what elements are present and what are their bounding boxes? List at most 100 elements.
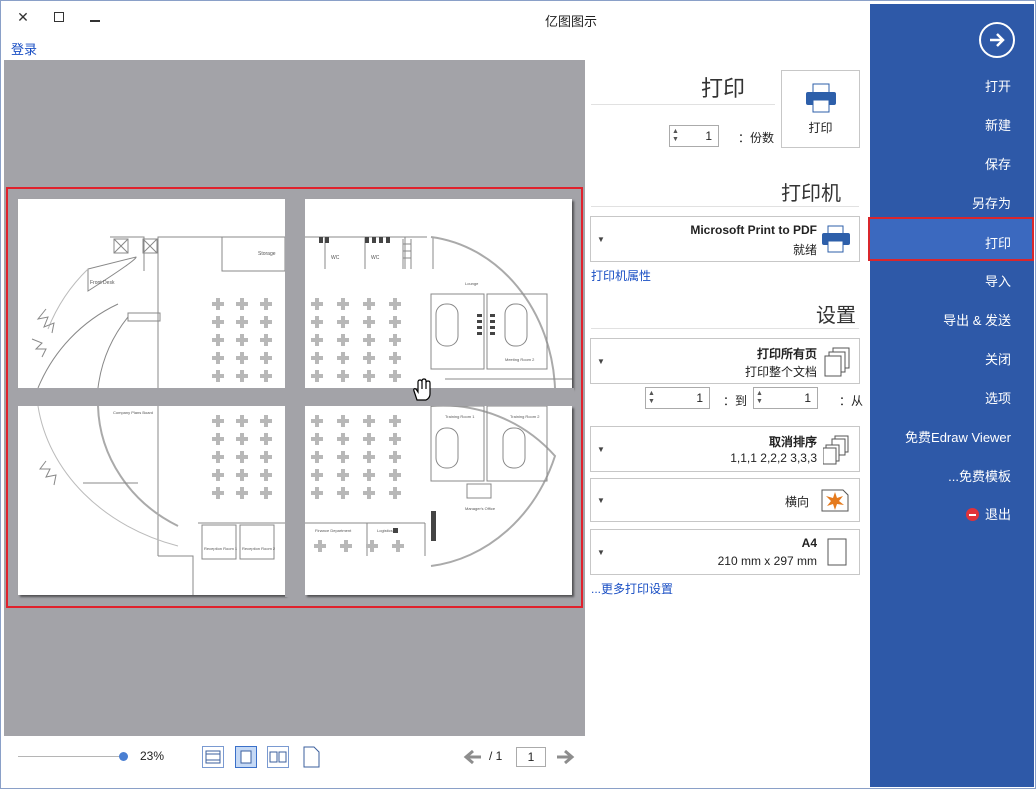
desk-cluster: [212, 298, 224, 310]
sidebar-item-label: 选项: [984, 391, 1011, 406]
pages-icon: [823, 347, 851, 377]
desk-cluster: [260, 370, 272, 382]
sidebar-item-templates[interactable]: 免费模板...: [948, 466, 1011, 485]
desk-cluster: [311, 334, 323, 346]
desk-cluster: [311, 433, 323, 445]
desk-cluster: [366, 540, 378, 552]
sidebar-item-options[interactable]: 选项: [985, 388, 1011, 407]
wc2-label: WC: [371, 255, 380, 261]
landscape-icon: [821, 487, 849, 513]
desk-cluster: [363, 316, 375, 328]
desk-cluster: [363, 415, 375, 427]
zoom-slider-knob[interactable]: [119, 752, 128, 761]
sidebar-item-label: 导入: [984, 274, 1011, 289]
desk-cluster: [337, 415, 349, 427]
chevron-down-icon: ▼: [597, 235, 605, 244]
desk-cluster: [212, 352, 224, 364]
divider: [591, 328, 859, 329]
desk-cluster: [340, 540, 352, 552]
desk-cluster: [260, 451, 272, 463]
desk-cluster: [389, 415, 401, 427]
desk-cluster: [236, 469, 248, 481]
login-link[interactable]: 登录: [11, 39, 37, 58]
desk-cluster: [212, 415, 224, 427]
desk-cluster: [389, 433, 401, 445]
sidebar-item-save[interactable]: 保存: [985, 154, 1011, 173]
paper-size-subtitle: 210 mm x 297 mm: [717, 554, 817, 568]
sidebar-item-label: 关闭: [984, 352, 1011, 367]
desk-cluster: [311, 415, 323, 427]
sidebar-item-edraw-viewer[interactable]: 免费Edraw Viewer: [905, 427, 1011, 446]
sidebar-item-import[interactable]: 导入: [985, 271, 1011, 290]
desk-cluster: [212, 334, 224, 346]
page-total: / 1: [489, 749, 503, 763]
paper-icon: [827, 538, 847, 566]
desk-cluster: [389, 316, 401, 328]
page-icon[interactable]: [301, 746, 321, 768]
preview-page-4: Training Room 1 Training Room 2 Manager'…: [305, 406, 572, 595]
desk-cluster: [260, 487, 272, 499]
desk-cluster: [337, 433, 349, 445]
page-number-input[interactable]: 1: [516, 747, 546, 767]
printer-properties-link[interactable]: 打印机属性: [591, 267, 651, 284]
desk-cluster: [212, 487, 224, 499]
desk-cluster: [260, 298, 272, 310]
zoom-slider-track[interactable]: [18, 756, 126, 757]
desk-cluster: [311, 298, 323, 310]
desk-cluster: [236, 334, 248, 346]
chevron-down-icon: ▼: [597, 357, 605, 366]
sidebar-item-label: 另存为: [971, 196, 1011, 211]
sidebar-item-new[interactable]: 新建: [985, 115, 1011, 134]
wc1-label: WC: [331, 255, 340, 261]
desk-cluster: [236, 352, 248, 364]
desk-cluster: [363, 334, 375, 346]
to-spinner[interactable]: ▲ ▼ 1: [645, 387, 710, 409]
sidebar-item-open[interactable]: 打开: [985, 76, 1011, 95]
more-print-settings-link[interactable]: 更多打印设置...: [591, 580, 673, 597]
desk-cluster: [311, 451, 323, 463]
desk-cluster: [337, 334, 349, 346]
previous-page-arrow-icon[interactable]: [555, 749, 575, 765]
print-scope-dropdown[interactable]: ▼ 打印所有页 打印整个文档: [590, 338, 860, 384]
sidebar-item-label: 退出: [984, 507, 1011, 522]
copies-spinner[interactable]: ▲ ▼ 1: [669, 125, 719, 147]
printer-icon: [821, 225, 851, 255]
desk-cluster: [212, 316, 224, 328]
sidebar-item-exit[interactable]: 退出: [965, 504, 1011, 523]
printer-dropdown[interactable]: ▼ Microsoft Print to PDF 就绪: [590, 216, 860, 262]
printer-name: Microsoft Print to PDF: [690, 223, 817, 237]
desk-cluster: [311, 469, 323, 481]
print-button[interactable]: 打印: [781, 70, 860, 148]
next-page-arrow-icon[interactable]: [463, 749, 483, 765]
orientation-dropdown[interactable]: ▼ 横向: [590, 478, 860, 522]
paper-size-dropdown[interactable]: ▼ A4 210 mm x 297 mm: [590, 529, 860, 575]
desk-cluster: [337, 316, 349, 328]
fit-width-icon[interactable]: [202, 746, 224, 768]
desk-cluster: [363, 298, 375, 310]
desk-cluster: [389, 334, 401, 346]
desk-cluster: [314, 540, 326, 552]
desk-cluster: [337, 469, 349, 481]
front-desk-label: Front Desk: [90, 280, 115, 286]
sidebar-item-export-send[interactable]: 导出 & 发送: [943, 310, 1011, 329]
desk-cluster: [236, 415, 248, 427]
sidebar-item-close[interactable]: 关闭: [985, 349, 1011, 368]
desk-cluster: [389, 352, 401, 364]
desk-cluster: [236, 298, 248, 310]
single-page-icon[interactable]: [235, 746, 257, 768]
desk-cluster: [311, 370, 323, 382]
sidebar-item-print[interactable]: 打印: [985, 233, 1011, 252]
sidebar-item-label: 免费模板...: [948, 469, 1011, 484]
from-spinner[interactable]: ▲ ▼ 1: [753, 387, 818, 409]
print-scope-subtitle: 打印整个文档: [744, 365, 817, 379]
back-arrow-icon[interactable]: [979, 22, 1015, 58]
desk-cluster: [260, 352, 272, 364]
app-window: ✕ 亿图图示 登录 Front Desk Storage WC WC Loung…: [0, 0, 1036, 789]
two-page-icon[interactable]: [267, 746, 289, 768]
desk-cluster: [212, 370, 224, 382]
sidebar-item-save-as[interactable]: 另存为: [972, 193, 1011, 212]
desk-cluster: [236, 451, 248, 463]
desk-cluster: [363, 487, 375, 499]
page-gap-horizontal: [18, 388, 574, 406]
collate-dropdown[interactable]: ▼ 取消排序 1,1,1 2,2,2 3,3,3: [590, 426, 860, 472]
